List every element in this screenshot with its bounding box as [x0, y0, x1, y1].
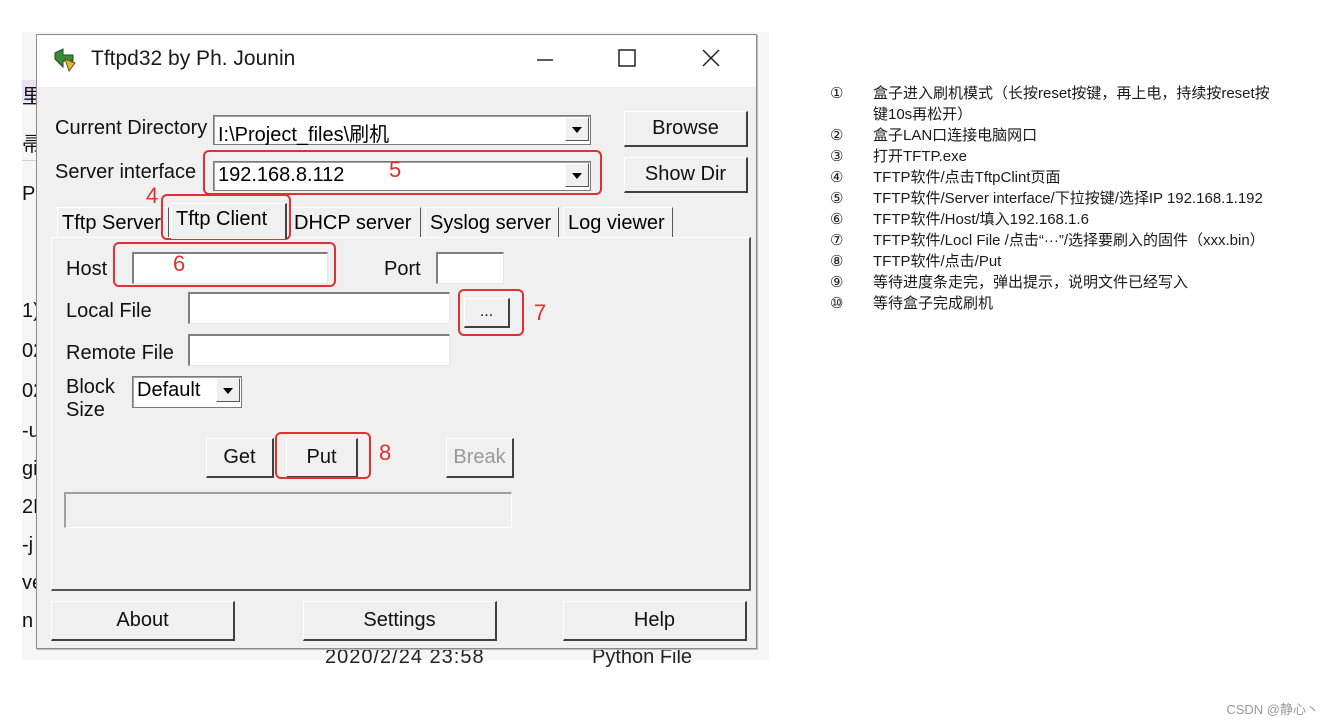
annotation-number-4: 4 — [146, 183, 159, 208]
close-button[interactable] — [689, 43, 733, 79]
current-directory-combo[interactable]: I:\Project_files\刷机 — [213, 115, 591, 146]
step-item: ③ 打开TFTP.exe — [830, 148, 967, 165]
settings-button[interactable]: Settings — [303, 601, 497, 641]
host-label: Host — [66, 258, 108, 280]
get-button[interactable]: Get — [206, 438, 274, 478]
chevron-down-icon[interactable] — [565, 117, 589, 141]
background-divider — [22, 160, 36, 161]
chevron-down-icon[interactable] — [216, 378, 240, 402]
instruction-steps: ① 盒子进入刷机模式（长按reset按键，再上电，持续按reset按 键10s再松… — [830, 83, 1333, 314]
block-size-select[interactable]: Default — [132, 376, 242, 408]
tab-dhcp-server[interactable]: DHCP server — [289, 207, 421, 237]
step-item: ④ TFTP软件/点击TftpClint页面 — [830, 169, 1061, 186]
watermark: CSDN @静心丶 — [1226, 702, 1319, 717]
annotation-number-5: 5 — [389, 157, 402, 182]
background-file-type: Python File — [592, 646, 693, 668]
title-bar[interactable]: Tftpd32 by Ph. Jounin — [37, 35, 756, 87]
annotation-number-7: 7 — [534, 300, 547, 325]
local-file-label: Local File — [66, 300, 152, 322]
port-input[interactable] — [436, 252, 504, 284]
step-item: ② 盒子LAN口连接电脑网口 — [830, 127, 1038, 144]
remote-file-label: Remote File — [66, 342, 174, 364]
step-item-continuation: 键10s再松开） — [873, 106, 973, 123]
step-item: ⑧ TFTP软件/点击/Put — [830, 253, 1002, 270]
annotation-number-8: 8 — [379, 440, 392, 465]
tftp-client-panel: Host Port Local File ... Remote File Blo… — [51, 237, 751, 591]
maximize-button[interactable] — [605, 43, 649, 79]
block-size-label: Block Size — [66, 376, 115, 421]
step-item: ① 盒子进入刷机模式（长按reset按键，再上电，持续按reset按 — [830, 85, 1270, 102]
step-item: ⑤ TFTP软件/Server interface/下拉按键/选择IP 192.1… — [830, 190, 1263, 207]
annotation-number-6: 6 — [173, 251, 186, 276]
window-title: Tftpd32 by Ph. Jounin — [91, 47, 296, 70]
server-interface-label: Server interface — [55, 161, 197, 183]
block-size-value: Default — [137, 379, 201, 401]
background-char: P — [22, 183, 36, 205]
tftpd32-window: Tftpd32 by Ph. Jounin Current Directory … — [36, 34, 757, 649]
show-dir-button[interactable]: Show Dir — [624, 157, 748, 193]
about-button[interactable]: About — [51, 601, 235, 641]
step-item: ⑨ 等待进度条走完，弹出提示，说明文件已经写入 — [830, 274, 1189, 291]
local-file-input[interactable] — [188, 292, 450, 324]
annotation-box-server-interface — [203, 150, 602, 195]
background-char: n — [22, 610, 34, 632]
annotation-box-browse-file — [458, 289, 524, 336]
break-button: Break — [446, 438, 514, 478]
port-label: Port — [384, 258, 421, 280]
current-directory-label: Current Directory — [55, 117, 208, 139]
step-item: ⑥ TFTP软件/Host/填入192.168.1.6 — [830, 211, 1089, 228]
minimize-icon — [537, 59, 553, 61]
maximize-icon — [618, 49, 636, 67]
tab-tftp-server[interactable]: Tftp Server — [57, 207, 169, 237]
tftpd-app-icon — [54, 48, 76, 73]
remote-file-input[interactable] — [188, 334, 450, 366]
step-item: ⑦ TFTP软件/Locl File /点击“···”/选择要刷入的固件（xxx.… — [830, 232, 1265, 249]
current-directory-value: I:\Project_files\刷机 — [218, 124, 390, 146]
background-date: 2020/2/24 23:58 — [325, 646, 485, 668]
background-char: -j — [22, 534, 34, 556]
browse-button[interactable]: Browse — [624, 111, 748, 147]
tab-syslog-server[interactable]: Syslog server — [425, 207, 559, 237]
help-button[interactable]: Help — [563, 601, 747, 641]
step-item: ⑩ 等待盒子完成刷机 — [830, 295, 994, 312]
annotation-box-host — [113, 242, 336, 287]
tab-tftp-client[interactable]: Tftp Client — [171, 203, 287, 239]
close-icon — [702, 49, 720, 67]
tab-log-viewer[interactable]: Log viewer — [563, 207, 673, 237]
minimize-button[interactable] — [523, 43, 567, 79]
annotation-box-put — [275, 432, 371, 479]
transfer-progress-bar — [64, 492, 512, 528]
